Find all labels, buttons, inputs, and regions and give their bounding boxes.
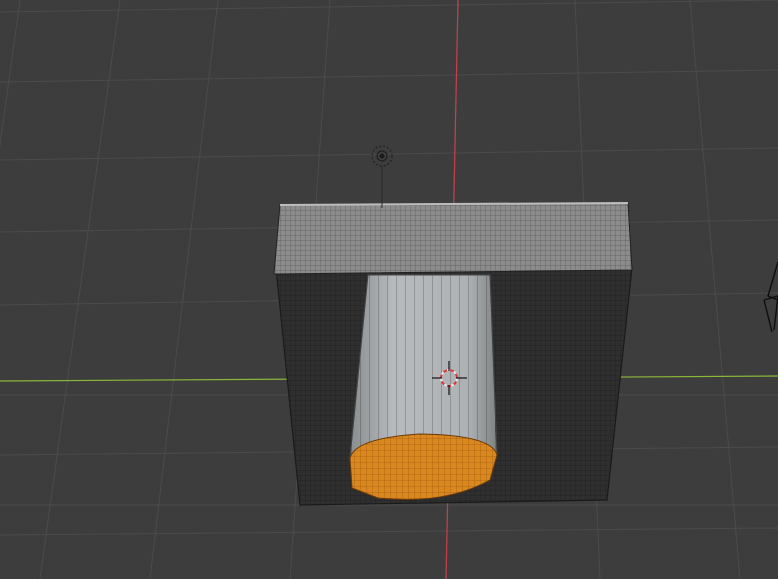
- viewport-canvas[interactable]: [0, 0, 778, 579]
- point-light-icon[interactable]: [371, 145, 393, 208]
- camera-icon[interactable]: [763, 261, 778, 333]
- voxel-cylinder[interactable]: [349, 274, 498, 500]
- block-top-face: [273, 202, 633, 275]
- 3d-viewport[interactable]: [0, 0, 778, 579]
